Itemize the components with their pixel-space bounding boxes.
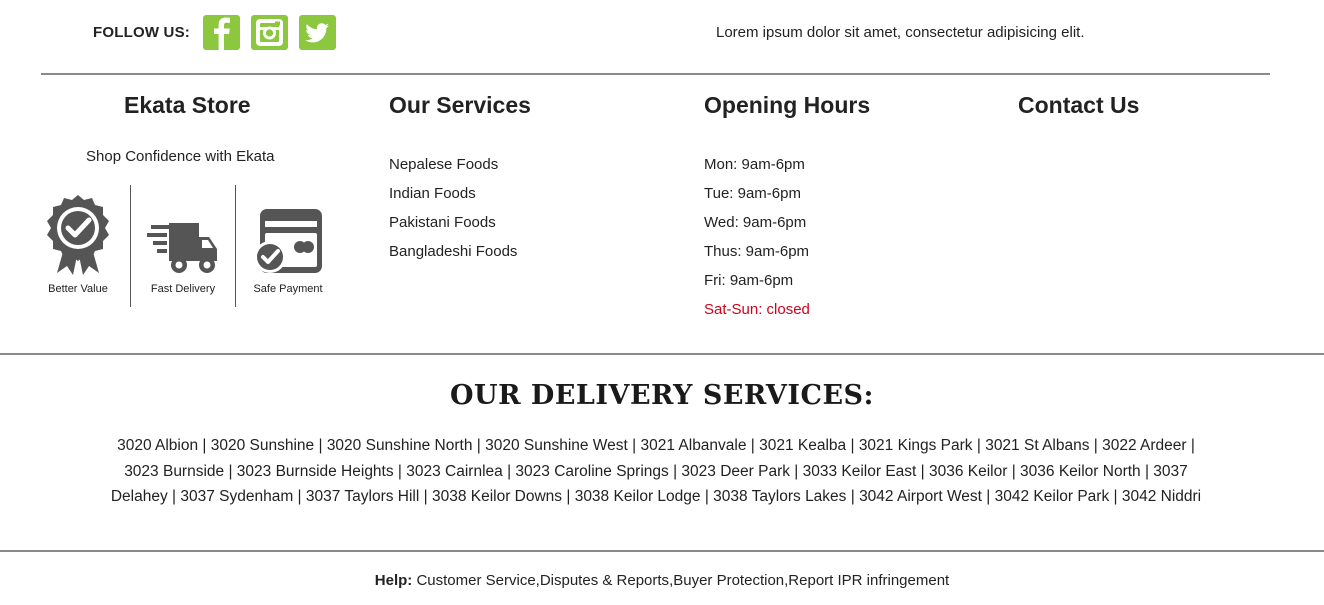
help-link-report-ipr[interactable]: Report IPR infringement bbox=[788, 572, 949, 589]
contact-title: Contact Us bbox=[1018, 92, 1140, 118]
help-line: Help: Customer Service,Disputes & Report… bbox=[374, 572, 950, 589]
feature-label: Safe Payment bbox=[253, 283, 323, 295]
store-title: Ekata Store bbox=[124, 92, 251, 118]
hours-item: Mon: 9am-6pm bbox=[704, 156, 805, 173]
feature-label: Better Value bbox=[48, 283, 108, 295]
service-link[interactable]: Pakistani Foods bbox=[389, 208, 517, 237]
instagram-icon[interactable] bbox=[251, 15, 288, 50]
bottom-divider bbox=[0, 550, 1324, 552]
hours-item: Fri: 9am-6pm bbox=[704, 272, 794, 289]
help-label: Help: bbox=[374, 572, 413, 589]
hours-item: Thus: 9am-6pm bbox=[704, 243, 810, 260]
service-link[interactable]: Nepalese Foods bbox=[389, 150, 517, 179]
service-link[interactable]: Indian Foods bbox=[389, 179, 517, 208]
badge-check-icon bbox=[47, 195, 109, 275]
hours-item: Wed: 9am-6pm bbox=[704, 214, 807, 231]
card-check-icon bbox=[254, 209, 322, 273]
feature-safe-payment: Safe Payment bbox=[236, 185, 340, 307]
delivery-truck-icon bbox=[147, 223, 217, 273]
feature-label: Fast Delivery bbox=[150, 283, 216, 295]
help-link-disputes[interactable]: Disputes & Reports bbox=[540, 572, 669, 589]
hours-item: Tue: 9am-6pm bbox=[704, 185, 801, 202]
service-link[interactable]: Bangladeshi Foods bbox=[389, 237, 517, 266]
delivery-areas: 3020 Albion | 3020 Sunshine | 3020 Sunsh… bbox=[110, 437, 1202, 505]
feature-better-value: Better Value bbox=[26, 185, 130, 307]
services-title: Our Services bbox=[389, 92, 531, 118]
twitter-icon[interactable] bbox=[299, 15, 336, 50]
store-subtitle: Shop Confidence with Ekata bbox=[86, 148, 275, 165]
follow-us-label: FOLLOW US: bbox=[93, 24, 190, 41]
delivery-title: OUR DELIVERY SERVICES: bbox=[450, 380, 874, 411]
hours-closed: Sat-Sun: closed bbox=[704, 301, 810, 318]
hours-list: Mon: 9am-6pm Tue: 9am-6pm Wed: 9am-6pm T… bbox=[704, 150, 810, 324]
hours-title: Opening Hours bbox=[704, 92, 871, 118]
tagline-text: Lorem ipsum dolor sit amet, consectetur … bbox=[716, 24, 1085, 41]
help-link-buyer-protection[interactable]: Buyer Protection bbox=[673, 572, 784, 589]
services-list: Nepalese Foods Indian Foods Pakistani Fo… bbox=[389, 150, 517, 266]
help-link-customer-service[interactable]: Customer Service bbox=[416, 572, 535, 589]
top-divider bbox=[41, 73, 1270, 75]
facebook-icon[interactable] bbox=[203, 15, 240, 50]
feature-fast-delivery: Fast Delivery bbox=[131, 185, 235, 307]
middle-divider bbox=[0, 353, 1324, 355]
